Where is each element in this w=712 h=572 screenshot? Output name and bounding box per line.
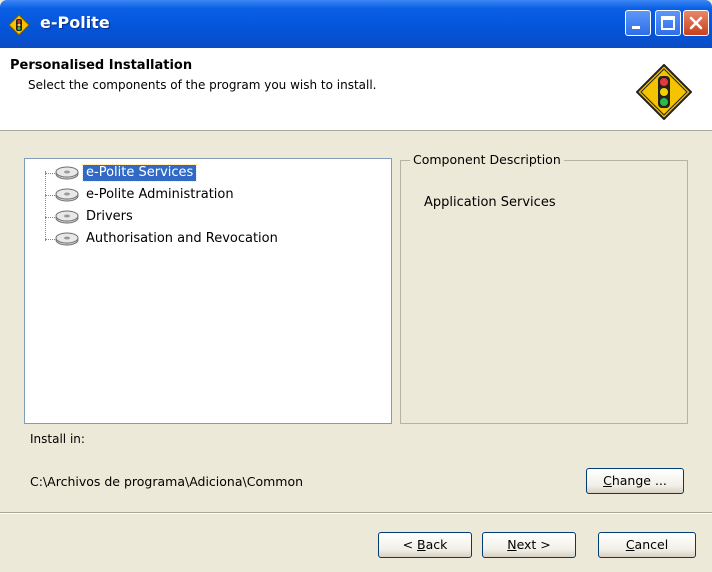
tree-item-drivers[interactable]: Drivers (25, 207, 385, 227)
disk-drive-icon (55, 166, 79, 180)
maximize-icon (661, 16, 675, 30)
component-description-legend: Component Description (410, 152, 564, 167)
cancel-button[interactable]: Cancel (598, 532, 696, 558)
window-title: e-Polite (40, 13, 110, 32)
page-subtitle: Select the components of the program you… (28, 78, 377, 92)
wizard-header: Personalised Installation Select the com… (0, 48, 712, 131)
component-description-text: Application Services (424, 195, 556, 210)
installer-window: e-Polite Personalised Installation Selec… (0, 0, 712, 572)
maximize-button[interactable] (655, 10, 681, 36)
tree-item-epolite-services[interactable]: e-Polite Services (25, 163, 385, 183)
component-tree[interactable]: e-Polite Services e-Polite Administratio… (24, 158, 392, 424)
minimize-button[interactable] (625, 10, 651, 36)
tree-item-authorisation-revocation[interactable]: Authorisation and Revocation (25, 229, 385, 249)
tree-item-label: Authorisation and Revocation (86, 231, 278, 246)
tree-item-label: e-Polite Services (81, 164, 198, 182)
disk-drive-icon (55, 188, 79, 202)
page-title: Personalised Installation (10, 58, 193, 73)
app-traffic-sign-icon (8, 14, 30, 36)
close-icon (689, 16, 703, 30)
tree-item-label: Drivers (86, 209, 133, 224)
traffic-light-sign-icon (636, 64, 692, 120)
footer-separator (0, 512, 712, 514)
minimize-icon (632, 26, 640, 29)
tree-item-epolite-administration[interactable]: e-Polite Administration (25, 185, 385, 205)
install-in-label: Install in: (30, 432, 85, 446)
disk-drive-icon (55, 210, 79, 224)
disk-drive-icon (55, 232, 79, 246)
back-button[interactable]: < Back (378, 532, 472, 558)
title-bar[interactable]: e-Polite (0, 0, 712, 48)
change-button[interactable]: Change ... (586, 468, 684, 494)
next-button[interactable]: Next > (482, 532, 576, 558)
close-button[interactable] (683, 10, 709, 36)
tree-item-label: e-Polite Administration (86, 187, 234, 202)
install-path: C:\Archivos de programa\Adiciona\Common (30, 474, 304, 489)
